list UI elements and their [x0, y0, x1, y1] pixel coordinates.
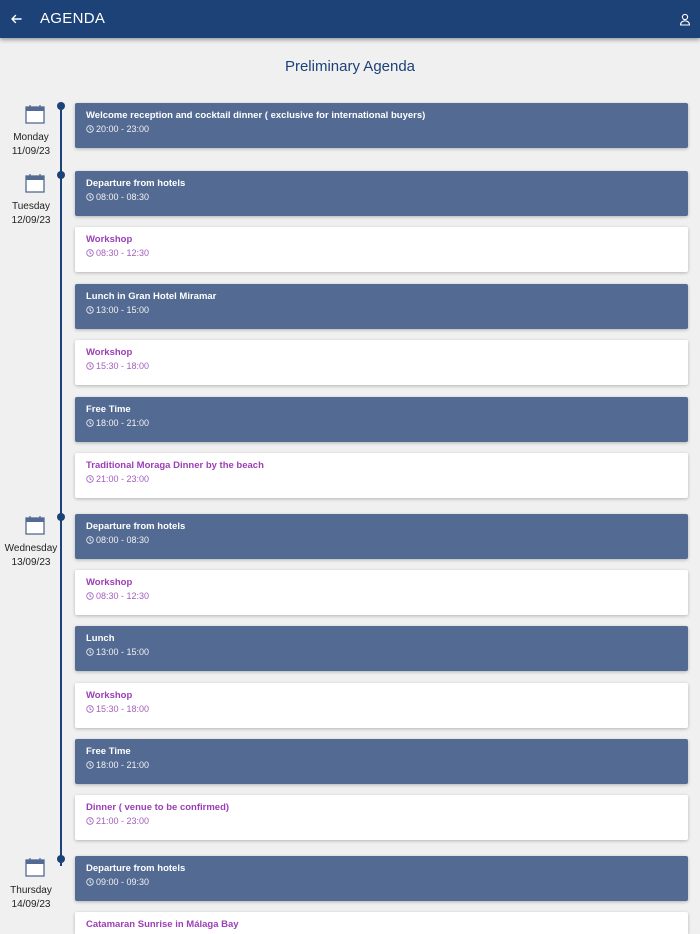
- event-time-text: 21:00 - 23:00: [96, 816, 150, 826]
- event-time: 18:00 - 21:00: [86, 418, 149, 428]
- event-title: Lunch: [86, 633, 115, 644]
- timeline-dot: [57, 102, 65, 110]
- day-name: Thursday: [10, 885, 52, 896]
- clock-icon: [86, 536, 94, 544]
- event-card[interactable]: Lunch 13:00 - 15:00: [75, 626, 688, 671]
- timeline-dot: [57, 171, 65, 179]
- event-title: Departure from hotels: [86, 178, 186, 189]
- clock-icon: [86, 817, 94, 825]
- event-card[interactable]: Workshop 08:30 - 12:30: [75, 227, 688, 272]
- event-card[interactable]: Departure from hotels 08:00 - 08:30: [75, 514, 688, 559]
- day-name: Tuesday: [12, 201, 50, 212]
- event-card[interactable]: Traditional Moraga Dinner by the beach 2…: [75, 453, 688, 498]
- event-time: 15:30 - 18:00: [86, 704, 149, 714]
- event-time-text: 08:00 - 08:30: [96, 192, 150, 202]
- event-time-text: 21:00 - 23:00: [96, 474, 150, 484]
- event-card[interactable]: Workshop 15:30 - 18:00: [75, 340, 688, 385]
- app-bar: AGENDA: [0, 0, 700, 38]
- event-title: Traditional Moraga Dinner by the beach: [86, 460, 264, 471]
- calendar-icon: [25, 858, 45, 877]
- clock-icon: [86, 419, 94, 427]
- event-title: Free Time: [86, 746, 131, 757]
- event-title: Free Time: [86, 404, 131, 415]
- event-card[interactable]: Catamaran Sunrise in Málaga Bay: [75, 912, 688, 934]
- user-icon: [679, 13, 691, 26]
- day-marker-thursday: Thursday 14/09/23: [0, 857, 70, 917]
- clock-icon: [86, 761, 94, 769]
- event-time-text: 18:00 - 21:00: [96, 760, 150, 770]
- event-title: Dinner ( venue to be confirmed): [86, 802, 230, 813]
- clock-icon: [86, 878, 94, 886]
- day-marker-monday: Monday 11/09/23: [0, 104, 70, 164]
- calendar-icon: [25, 105, 45, 124]
- day-name: Monday: [13, 132, 49, 143]
- calendar-icon: [25, 516, 45, 535]
- event-time-text: 08:30 - 12:30: [96, 248, 150, 258]
- event-time-text: 09:00 - 09:30: [96, 877, 150, 887]
- event-time: 08:00 - 08:30: [86, 535, 149, 545]
- day-date: 14/09/23: [11, 899, 51, 910]
- event-title: Workshop: [86, 234, 133, 245]
- day-date: 13/09/23: [11, 557, 51, 568]
- clock-icon: [86, 193, 94, 201]
- event-time: 13:00 - 15:00: [86, 305, 149, 315]
- event-time: 18:00 - 21:00: [86, 760, 149, 770]
- event-time: 08:30 - 12:30: [86, 248, 149, 258]
- event-time: 21:00 - 23:00: [86, 816, 149, 826]
- clock-icon: [86, 592, 94, 600]
- event-time: 15:30 - 18:00: [86, 361, 149, 371]
- event-card[interactable]: Workshop 15:30 - 18:00: [75, 683, 688, 728]
- event-title: Departure from hotels: [86, 863, 186, 874]
- event-card[interactable]: Welcome reception and cocktail dinner ( …: [75, 103, 688, 148]
- event-time-text: 15:30 - 18:00: [96, 704, 150, 714]
- event-title: Catamaran Sunrise in Málaga Bay: [86, 919, 239, 930]
- clock-icon: [86, 705, 94, 713]
- page-title: Preliminary Agenda: [284, 58, 416, 75]
- profile-button[interactable]: [674, 8, 696, 30]
- event-time-text: 08:00 - 08:30: [96, 535, 150, 545]
- event-card[interactable]: Free Time 18:00 - 21:00: [75, 397, 688, 442]
- app-title: AGENDA: [40, 10, 106, 27]
- event-time: 20:00 - 23:00: [86, 124, 149, 134]
- calendar-icon: [25, 174, 45, 193]
- clock-icon: [86, 475, 94, 483]
- event-time-text: 13:00 - 15:00: [96, 305, 150, 315]
- event-card[interactable]: Departure from hotels 08:00 - 08:30: [75, 171, 688, 216]
- event-title: Workshop: [86, 347, 133, 358]
- event-card[interactable]: Lunch in Gran Hotel Miramar 13:00 - 15:0…: [75, 284, 688, 329]
- event-time-text: 15:30 - 18:00: [96, 361, 150, 371]
- event-title: Departure from hotels: [86, 521, 186, 532]
- event-time: 21:00 - 23:00: [86, 474, 149, 484]
- event-card[interactable]: Free Time 18:00 - 21:00: [75, 739, 688, 784]
- event-card[interactable]: Workshop 08:30 - 12:30: [75, 570, 688, 615]
- clock-icon: [86, 125, 94, 133]
- event-time: 08:00 - 08:30: [86, 192, 149, 202]
- event-card[interactable]: Dinner ( venue to be confirmed) 21:00 - …: [75, 795, 688, 840]
- event-time: 13:00 - 15:00: [86, 647, 149, 657]
- event-time-text: 20:00 - 23:00: [96, 124, 150, 134]
- timeline-dot: [57, 513, 65, 521]
- timeline-dot: [57, 855, 65, 863]
- event-card[interactable]: Departure from hotels 09:00 - 09:30: [75, 856, 688, 901]
- event-title: Workshop: [86, 690, 133, 701]
- event-time-text: 18:00 - 21:00: [96, 418, 150, 428]
- day-date: 12/09/23: [11, 215, 51, 226]
- event-time: 08:30 - 12:30: [86, 591, 149, 601]
- event-time-text: 13:00 - 15:00: [96, 647, 150, 657]
- event-time-text: 08:30 - 12:30: [96, 591, 150, 601]
- day-marker-wednesday: Wednesday 13/09/23: [0, 515, 70, 575]
- clock-icon: [86, 249, 94, 257]
- event-title: Workshop: [86, 577, 133, 588]
- event-title: Welcome reception and cocktail dinner ( …: [86, 110, 426, 121]
- event-title: Lunch in Gran Hotel Miramar: [86, 291, 217, 302]
- day-marker-tuesday: Tuesday 12/09/23: [0, 173, 70, 233]
- arrow-left-icon: [11, 14, 22, 24]
- clock-icon: [86, 306, 94, 314]
- event-time: 09:00 - 09:30: [86, 877, 149, 887]
- clock-icon: [86, 362, 94, 370]
- clock-icon: [86, 648, 94, 656]
- day-date: 11/09/23: [11, 146, 51, 157]
- day-name: Wednesday: [4, 543, 58, 554]
- back-button[interactable]: [6, 8, 26, 30]
